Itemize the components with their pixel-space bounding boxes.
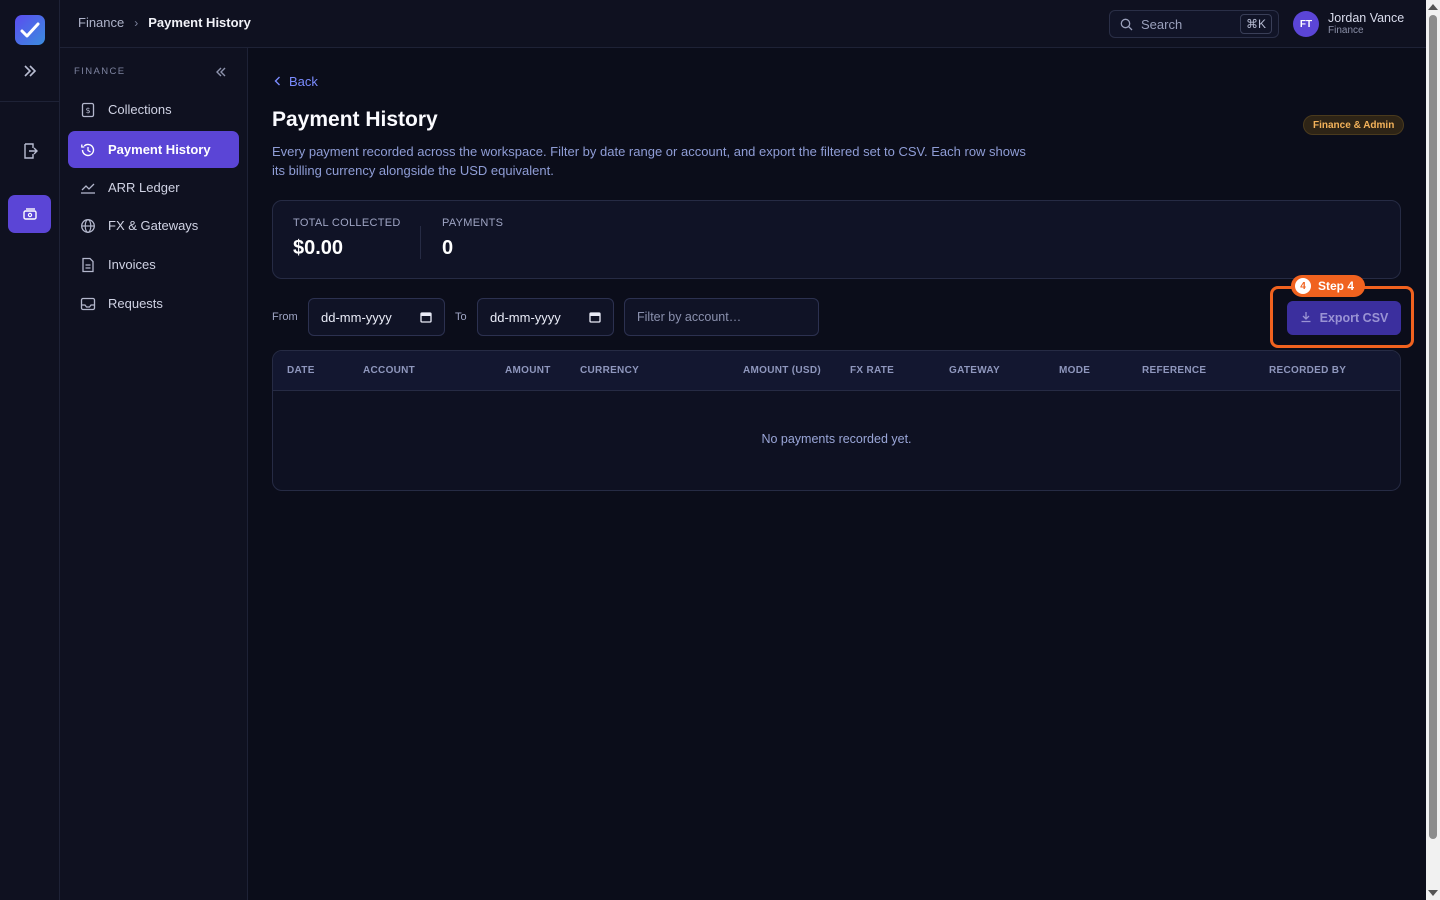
step-number: 4 xyxy=(1295,278,1311,294)
sidebar-item-label: Payment History xyxy=(108,142,211,157)
receipt-icon: $ xyxy=(80,102,96,118)
sidebar-item-label: Requests xyxy=(108,296,163,311)
account-filter-input[interactable] xyxy=(624,298,819,336)
svg-text:$: $ xyxy=(85,106,90,115)
chart-icon xyxy=(80,180,96,196)
sidebar-item-label: Collections xyxy=(108,102,172,117)
scroll-down-icon[interactable] xyxy=(1428,890,1438,896)
to-label: To xyxy=(455,311,467,323)
to-date-input[interactable]: dd-mm-yyyy xyxy=(477,298,614,336)
search-icon xyxy=(1120,18,1133,30)
calendar-icon[interactable] xyxy=(589,311,601,326)
sidebar: FINANCE $ Collections Payment History AR… xyxy=(60,48,248,900)
user-name: Jordan Vance xyxy=(1328,11,1405,25)
stat-total-collected: TOTAL COLLECTED $0.00 xyxy=(293,217,401,260)
sidebar-section-title: FINANCE xyxy=(74,66,126,77)
stats-card: TOTAL COLLECTED $0.00 PAYMENTS 0 xyxy=(272,200,1401,279)
filter-bar: From dd-mm-yyyy To dd-mm-yyyy xyxy=(272,298,1401,336)
calendar-icon[interactable] xyxy=(420,311,432,326)
sidebar-item-payment-history[interactable]: Payment History xyxy=(68,131,239,168)
icon-rail xyxy=(0,0,60,900)
page-scrollbar[interactable] xyxy=(1426,0,1440,900)
document-icon xyxy=(80,257,96,273)
column-header-reference[interactable]: REFERENCE xyxy=(1142,365,1206,376)
role-badge: Finance & Admin xyxy=(1303,115,1405,135)
scrollbar-thumb[interactable] xyxy=(1429,15,1437,839)
column-header-fx-rate[interactable]: FX RATE xyxy=(850,365,894,376)
stat-payments: PAYMENTS 0 xyxy=(442,217,503,260)
breadcrumb-finance[interactable]: Finance xyxy=(78,15,124,30)
empty-state-message: No payments recorded yet. xyxy=(761,432,912,446)
step-badge: 4 Step 4 xyxy=(1291,275,1366,297)
sidebar-item-requests[interactable]: Requests xyxy=(68,285,239,322)
page-title: Payment History xyxy=(272,108,438,131)
globe-icon xyxy=(80,218,96,234)
door-exit-icon[interactable] xyxy=(8,132,51,170)
history-icon xyxy=(80,142,96,158)
collapse-sidebar-icon[interactable] xyxy=(213,64,229,80)
stat-label: TOTAL COLLECTED xyxy=(293,217,401,229)
back-link[interactable]: Back xyxy=(274,74,318,89)
sidebar-item-arr-ledger[interactable]: ARR Ledger xyxy=(68,169,239,206)
from-date-value: dd-mm-yyyy xyxy=(321,309,392,325)
export-csv-button[interactable]: Export CSV xyxy=(1287,301,1401,335)
breadcrumb-current: Payment History xyxy=(148,15,251,30)
sidebar-item-collections[interactable]: $ Collections xyxy=(68,91,239,128)
sidebar-item-label: Invoices xyxy=(108,257,156,272)
column-header-date[interactable]: DATE xyxy=(287,365,315,376)
column-header-recorded-by[interactable]: RECORDED BY xyxy=(1269,365,1346,376)
from-label: From xyxy=(272,311,298,323)
column-header-gateway[interactable]: GATEWAY xyxy=(949,365,1000,376)
app-window: Finance › Payment History Search ⌘K FT J… xyxy=(0,0,1440,900)
search-shortcut: ⌘K xyxy=(1239,14,1272,34)
export-csv-label: Export CSV xyxy=(1319,311,1389,325)
sidebar-item-label: ARR Ledger xyxy=(108,180,180,195)
payments-table: DATE ACCOUNT AMOUNT CURRENCY AMOUNT (USD… xyxy=(272,350,1401,491)
step-label: Step 4 xyxy=(1318,279,1355,293)
stat-divider xyxy=(420,226,421,259)
sidebar-item-label: FX & Gateways xyxy=(108,218,199,233)
top-header: Finance › Payment History Search ⌘K FT J… xyxy=(60,0,1426,48)
scroll-up-icon[interactable] xyxy=(1428,4,1438,10)
chevron-right-icon: › xyxy=(134,15,139,30)
download-icon xyxy=(1300,311,1312,326)
inbox-icon xyxy=(80,296,96,312)
avatar: FT xyxy=(1293,11,1319,37)
sidebar-item-invoices[interactable]: Invoices xyxy=(68,246,239,283)
search-input[interactable]: Search ⌘K xyxy=(1109,10,1279,38)
chevron-left-icon xyxy=(274,74,281,89)
table-header: DATE ACCOUNT AMOUNT CURRENCY AMOUNT (USD… xyxy=(273,351,1400,391)
column-header-amount-usd[interactable]: AMOUNT (USD) xyxy=(743,365,821,376)
wallet-icon[interactable] xyxy=(8,195,51,233)
column-header-amount[interactable]: AMOUNT xyxy=(505,365,551,376)
column-header-currency[interactable]: CURRENCY xyxy=(580,365,639,376)
main-content: Back Payment History Finance & Admin Eve… xyxy=(248,48,1426,900)
sidebar-item-fx-gateways[interactable]: FX & Gateways xyxy=(68,207,239,244)
column-header-account[interactable]: ACCOUNT xyxy=(363,365,415,376)
page-description: Every payment recorded across the worksp… xyxy=(272,144,1026,178)
stat-value: $0.00 xyxy=(293,237,344,259)
user-menu[interactable]: FT Jordan Vance Finance xyxy=(1293,11,1404,37)
column-header-mode[interactable]: MODE xyxy=(1059,365,1090,376)
rail-divider xyxy=(0,101,60,102)
expand-icon[interactable] xyxy=(20,61,40,81)
stat-label: PAYMENTS xyxy=(442,217,504,229)
user-role: Finance xyxy=(1328,25,1364,36)
to-date-value: dd-mm-yyyy xyxy=(490,309,561,325)
search-placeholder: Search xyxy=(1141,16,1183,32)
back-label: Back xyxy=(289,74,318,89)
app-logo[interactable] xyxy=(15,15,45,45)
from-date-input[interactable]: dd-mm-yyyy xyxy=(308,298,445,336)
breadcrumb: Finance › Payment History xyxy=(78,15,251,30)
stat-value: 0 xyxy=(442,237,454,259)
